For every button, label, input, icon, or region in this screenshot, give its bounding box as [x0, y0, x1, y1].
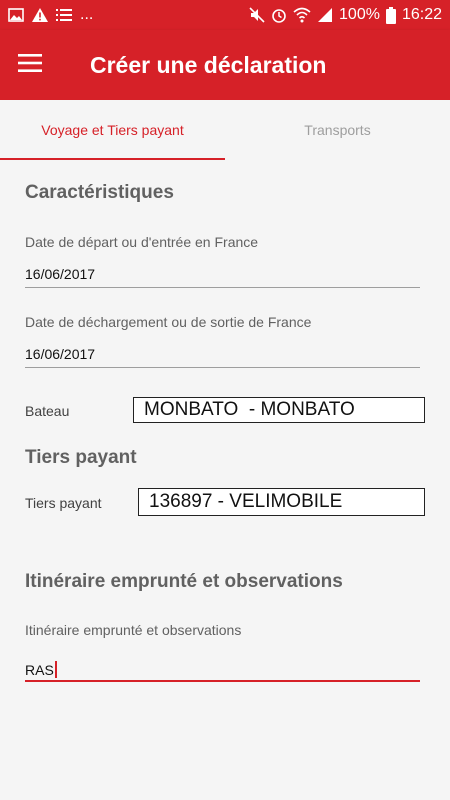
clock: 16:22	[401, 6, 442, 23]
battery-icon	[385, 6, 396, 24]
menu-button[interactable]	[0, 30, 60, 100]
tiers-payant-label: Tiers payant	[25, 495, 102, 511]
section-title-itineraire: Itinéraire emprunté et observations	[25, 571, 343, 592]
date-depart-label: Date de départ ou d'entrée en France	[25, 234, 259, 250]
section-title-caracteristiques: Caractéristiques	[25, 182, 174, 203]
text-cursor	[54, 661, 57, 678]
alarm-icon	[271, 7, 287, 23]
image-icon	[8, 8, 24, 22]
itineraire-underline	[25, 680, 420, 682]
itineraire-input[interactable]: RAS	[25, 661, 57, 678]
status-bar-system: 100% 16:22	[249, 6, 442, 24]
status-bar: ... 100% 16:22	[0, 0, 450, 30]
tab-voyage-tiers-payant[interactable]: Voyage et Tiers payant	[0, 100, 225, 160]
wifi-icon	[293, 7, 311, 23]
battery-percent: 100%	[339, 6, 380, 23]
date-dechargement-label: Date de déchargement ou de sortie de Fra…	[25, 314, 312, 330]
status-bar-notifications: ...	[8, 6, 93, 24]
date-depart-input[interactable]: 16/06/2017	[25, 266, 95, 282]
date-dechargement-input[interactable]: 16/06/2017	[25, 346, 95, 362]
tab-bar: Voyage et Tiers payant Transports	[0, 100, 450, 160]
date-dechargement-underline	[25, 367, 420, 368]
date-depart-underline	[25, 287, 420, 288]
itineraire-value: RAS	[25, 662, 54, 678]
tiers-payant-selector[interactable]: 136897 - VELIMOBILE	[138, 488, 425, 516]
page-title: Créer une déclaration	[90, 51, 327, 78]
list-icon	[56, 8, 72, 22]
tab-transports[interactable]: Transports	[225, 100, 450, 160]
section-title-tiers-payant: Tiers payant	[25, 447, 137, 468]
signal-icon	[317, 7, 333, 23]
bateau-selector[interactable]: MONBATO - MONBATO	[133, 397, 425, 423]
app-bar: Créer une déclaration	[0, 30, 450, 100]
itineraire-label: Itinéraire emprunté et observations	[25, 622, 242, 638]
warning-icon	[32, 8, 48, 22]
hamburger-icon	[18, 53, 42, 77]
status-bar-overflow: ...	[80, 6, 94, 23]
form-content: Caractéristiques Date de départ ou d'ent…	[0, 160, 450, 800]
bateau-label: Bateau	[25, 403, 70, 419]
mute-icon	[249, 7, 265, 23]
